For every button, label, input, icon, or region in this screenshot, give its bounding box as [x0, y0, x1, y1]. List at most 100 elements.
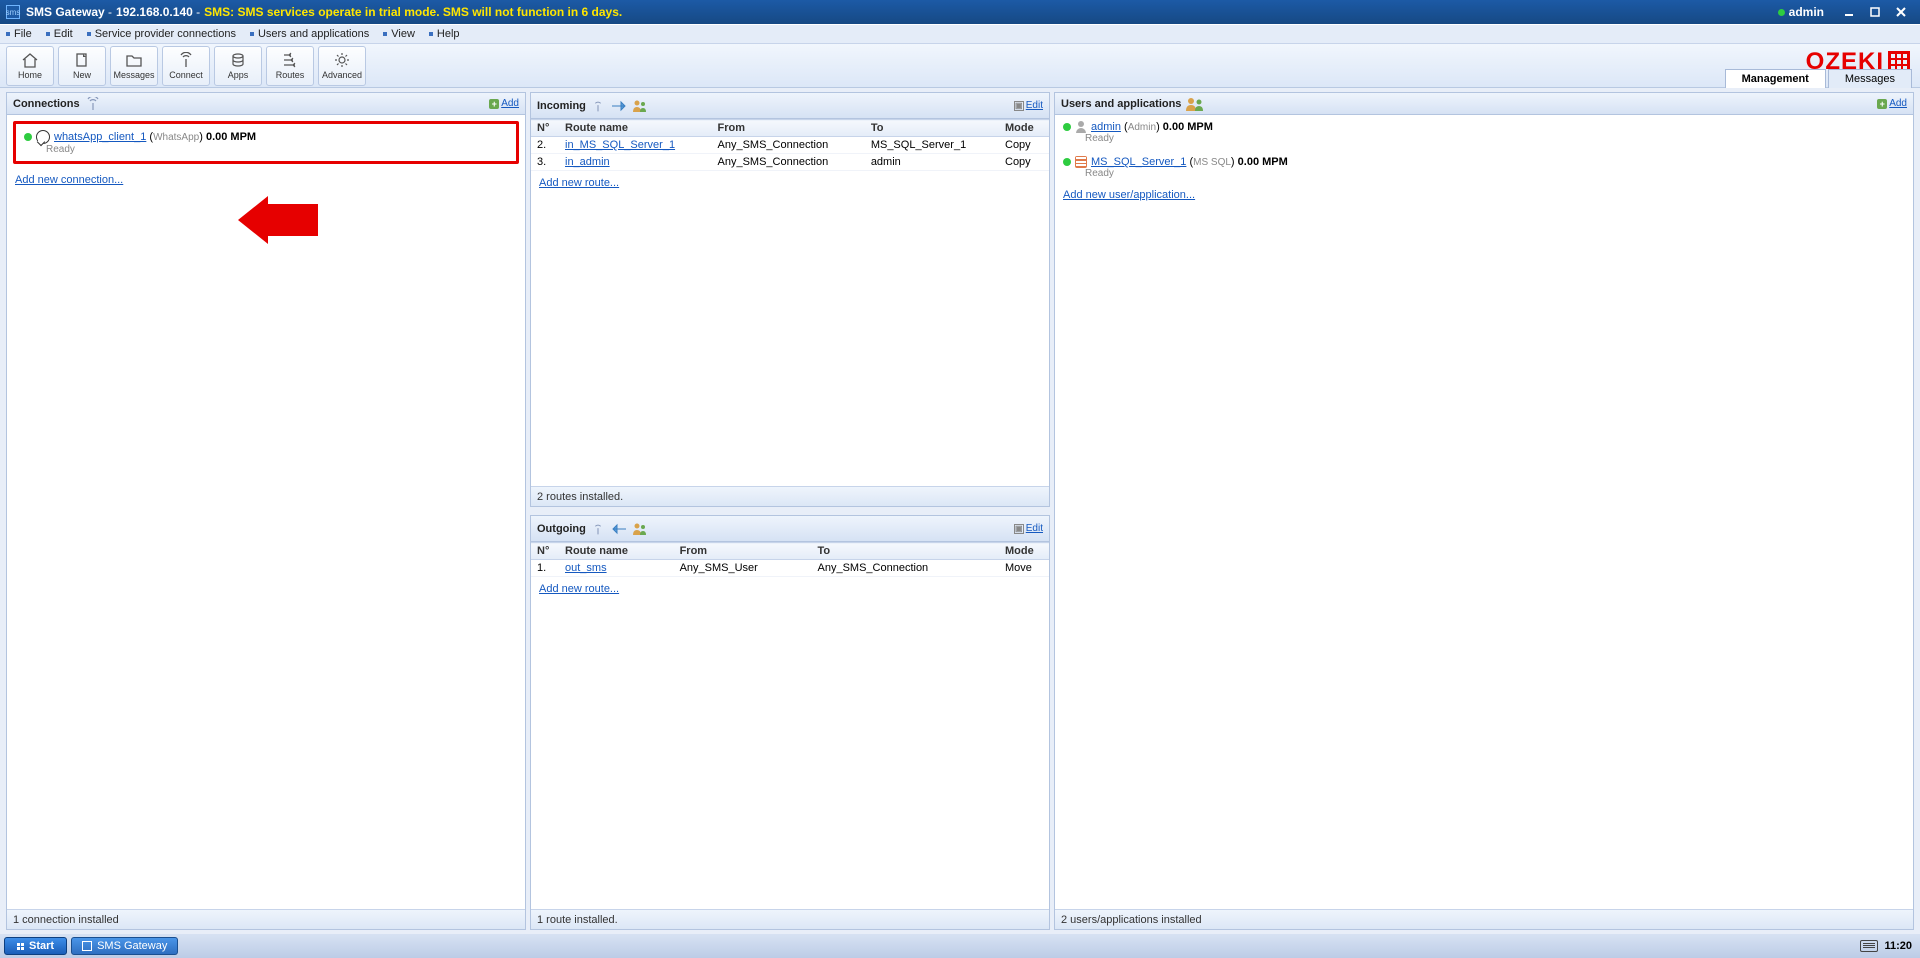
whatsapp-icon [36, 130, 50, 144]
route-link[interactable]: in_MS_SQL_Server_1 [565, 139, 675, 151]
toolbar-connect-button[interactable]: Connect [162, 46, 210, 86]
connections-panel: Connections + Add whatsApp_client_1 (Wha… [6, 92, 526, 930]
status-dot-icon [1063, 123, 1071, 131]
antenna-icon [84, 97, 102, 111]
person-icon [1075, 121, 1087, 133]
toolbar: Home New Messages Connect Apps Routes Ad… [0, 44, 1920, 88]
users-panel: Users and applications + Add admin (Admi… [1054, 92, 1914, 930]
edit-outgoing-link[interactable]: Edit [1026, 523, 1043, 534]
tab-messages[interactable]: Messages [1828, 69, 1912, 88]
col-mode: Mode [999, 120, 1049, 137]
toolbar-apps-button[interactable]: Apps [214, 46, 262, 86]
table-row[interactable]: 1. out_sms Any_SMS_User Any_SMS_Connecti… [531, 560, 1049, 577]
routes-icon [281, 52, 299, 68]
connection-name-link[interactable]: whatsApp_client_1 [54, 131, 146, 143]
folder-icon [125, 52, 143, 68]
user-mpm: 0.00 MPM [1238, 156, 1288, 168]
incoming-routes-table: N° Route name From To Mode 2. in_MS_SQL_… [531, 119, 1049, 171]
outgoing-footer: 1 route installed. [531, 909, 1049, 929]
col-no: N° [531, 120, 559, 137]
gear-icon [333, 52, 351, 68]
close-button[interactable] [1888, 3, 1914, 21]
users-footer: 2 users/applications installed [1055, 909, 1913, 929]
main-area: Connections + Add whatsApp_client_1 (Wha… [0, 88, 1920, 934]
menu-view[interactable]: View [383, 28, 415, 40]
clock: 11:20 [1884, 940, 1912, 952]
toolbar-home-button[interactable]: Home [6, 46, 54, 86]
add-new-user-link[interactable]: Add new user/application... [1063, 189, 1195, 201]
table-row[interactable]: 2. in_MS_SQL_Server_1 Any_SMS_Connection… [531, 137, 1049, 154]
minimize-button[interactable] [1836, 3, 1862, 21]
database-icon [1075, 156, 1087, 168]
outgoing-routes-table: N° Route name From To Mode 1. out_sms An… [531, 542, 1049, 577]
plus-icon: + [489, 99, 499, 109]
tab-management[interactable]: Management [1725, 69, 1826, 88]
routes-panels: Incoming ▣ Edit N° Route name From To Mo… [530, 92, 1050, 930]
keyboard-icon[interactable] [1860, 940, 1878, 952]
menu-edit[interactable]: Edit [46, 28, 73, 40]
menu-users-and-applications[interactable]: Users and applications [250, 28, 369, 40]
users-header: Users and applications + Add [1055, 93, 1913, 115]
toolbar-messages-button[interactable]: Messages [110, 46, 158, 86]
incoming-header: Incoming ▣ Edit [531, 93, 1049, 119]
arrow-left-icon [610, 523, 628, 535]
edit-icon: ▣ [1014, 101, 1024, 111]
user-item[interactable]: admin (Admin) 0.00 MPM Ready [1055, 115, 1913, 150]
col-to: To [865, 120, 999, 137]
add-user-link[interactable]: Add [1889, 98, 1907, 109]
incoming-panel: Incoming ▣ Edit N° Route name From To Mo… [530, 92, 1050, 507]
app-icon: sms [6, 5, 20, 19]
incoming-footer: 2 routes installed. [531, 486, 1049, 506]
maximize-button[interactable] [1862, 3, 1888, 21]
users-icon [632, 522, 648, 536]
status-dot-icon [1778, 9, 1785, 16]
toolbar-routes-button[interactable]: Routes [266, 46, 314, 86]
col-name: Route name [559, 120, 712, 137]
user-name-link[interactable]: MS_SQL_Server_1 [1091, 156, 1186, 168]
add-new-connection-link[interactable]: Add new connection... [15, 174, 123, 186]
toolbar-new-button[interactable]: New [58, 46, 106, 86]
col-mode: Mode [999, 543, 1049, 560]
users-icon [1185, 96, 1205, 112]
database-icon [229, 52, 247, 68]
edit-incoming-link[interactable]: Edit [1026, 100, 1043, 111]
connection-status: Ready [46, 144, 508, 155]
route-link[interactable]: out_sms [565, 562, 607, 574]
edit-icon: ▣ [1014, 524, 1024, 534]
user-status: Ready [1085, 133, 1905, 144]
user-type: MS SQL [1193, 157, 1231, 168]
users-icon [632, 99, 648, 113]
view-tabs: Management Messages [1723, 69, 1912, 88]
current-user[interactable]: admin [1789, 5, 1824, 19]
app-icon [82, 941, 92, 951]
antenna-icon [590, 99, 606, 113]
user-item[interactable]: MS_SQL_Server_1 (MS SQL) 0.00 MPM Ready [1055, 150, 1913, 185]
connection-type: WhatsApp [153, 132, 199, 143]
new-icon [73, 52, 91, 68]
user-name-link[interactable]: admin [1091, 121, 1121, 133]
col-to: To [812, 543, 1000, 560]
antenna-icon [590, 522, 606, 536]
trial-notice: SMS: SMS services operate in trial mode.… [204, 5, 622, 19]
col-name: Route name [559, 543, 674, 560]
home-icon [21, 52, 39, 68]
route-link[interactable]: in_admin [565, 156, 610, 168]
start-icon [17, 943, 24, 950]
menu-file[interactable]: File [6, 28, 32, 40]
add-new-outgoing-route-link[interactable]: Add new route... [539, 583, 619, 595]
titlebar: sms SMS Gateway - 192.168.0.140 - SMS: S… [0, 0, 1920, 24]
add-new-incoming-route-link[interactable]: Add new route... [539, 177, 619, 189]
menu-service-provider-connections[interactable]: Service provider connections [87, 28, 236, 40]
add-connection-link[interactable]: Add [501, 98, 519, 109]
table-row[interactable]: 3. in_admin Any_SMS_Connection admin Cop… [531, 154, 1049, 171]
plus-icon: + [1877, 99, 1887, 109]
taskbar: Start SMS Gateway 11:20 [0, 934, 1920, 958]
menu-help[interactable]: Help [429, 28, 460, 40]
user-type: Admin [1128, 122, 1156, 133]
col-no: N° [531, 543, 559, 560]
connection-item[interactable]: whatsApp_client_1 (WhatsApp) 0.00 MPM Re… [13, 121, 519, 164]
start-button[interactable]: Start [4, 937, 67, 955]
toolbar-advanced-button[interactable]: Advanced [318, 46, 366, 86]
connection-mpm: 0.00 MPM [206, 131, 256, 143]
taskbar-app-button[interactable]: SMS Gateway [71, 937, 178, 955]
